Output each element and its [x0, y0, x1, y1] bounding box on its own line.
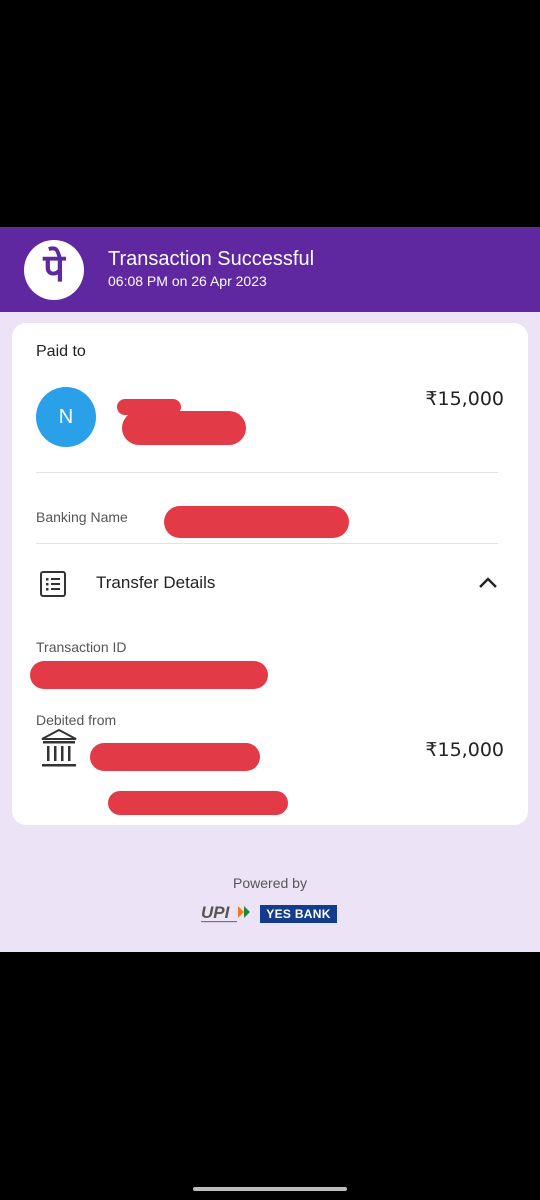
transaction-id-label: Transaction ID — [36, 639, 127, 655]
paid-to-label: Paid to — [36, 343, 86, 360]
status-title: Transaction Successful — [108, 248, 315, 270]
list-icon — [40, 571, 66, 597]
receipt-card: Paid to N ₹15,000 Banking Name Transfer … — [12, 323, 528, 825]
debited-from-label: Debited from — [36, 712, 117, 728]
transfer-details-title[interactable]: Transfer Details — [96, 573, 215, 593]
powered-by-label: Powered by — [233, 875, 307, 891]
status-timestamp: 06:08 PM on 26 Apr 2023 — [108, 273, 267, 289]
banking-name-label: Banking Name — [36, 509, 128, 525]
paid-amount: ₹15,000 — [425, 388, 504, 410]
upi-logo: UPI — [201, 903, 250, 923]
divider — [36, 472, 498, 473]
bank-icon — [41, 728, 77, 767]
partner-logos: UPI YES BANK — [200, 903, 340, 927]
redacted-transaction-id — [30, 661, 268, 689]
upi-logo-text: UPI — [201, 903, 231, 922]
receipt-content: Paid to N ₹15,000 Banking Name Transfer … — [0, 312, 540, 952]
redacted-bank-name — [90, 743, 260, 771]
phonepe-logo: पे — [24, 240, 84, 300]
transaction-status-header: पे Transaction Successful 06:08 PM on 26… — [0, 227, 540, 312]
redacted-banking-name — [164, 506, 349, 538]
debited-amount: ₹15,000 — [425, 739, 504, 761]
redacted-account-number — [108, 791, 288, 815]
yes-bank-text: YES BANK — [266, 907, 331, 921]
divider — [36, 543, 498, 544]
logo-glyph: पे — [43, 246, 65, 290]
chevron-up-icon[interactable] — [478, 575, 498, 589]
avatar-initial: N — [58, 405, 74, 428]
redacted-payee-id — [122, 411, 246, 445]
payee-avatar: N — [36, 387, 96, 447]
home-indicator[interactable] — [193, 1187, 347, 1191]
yes-bank-logo: YES BANK — [260, 905, 337, 923]
